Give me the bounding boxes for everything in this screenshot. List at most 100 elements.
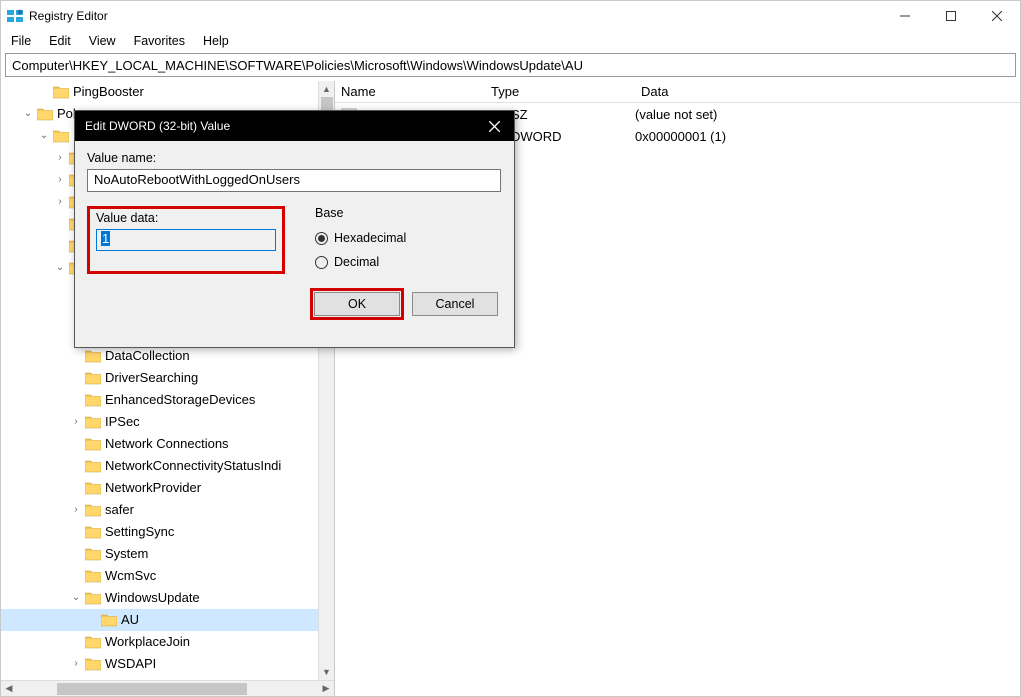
tree-item[interactable]: ·Network Connections	[1, 433, 334, 455]
chevron-right-icon[interactable]: ›	[53, 147, 67, 169]
chevron-none: ·	[69, 345, 83, 367]
horizontal-scrollbar[interactable]: ◀ ▶	[1, 680, 334, 696]
chevron-down-icon[interactable]: ⌄	[69, 587, 83, 609]
folder-icon	[85, 547, 101, 561]
folder-icon	[85, 591, 101, 605]
menu-help[interactable]: Help	[201, 33, 231, 49]
chevron-none: ·	[53, 213, 67, 235]
tree-item[interactable]: › safer	[1, 499, 334, 521]
chevron-none: ·	[69, 433, 83, 455]
tree-item-label: System	[105, 543, 148, 565]
column-type[interactable]: Type	[485, 84, 635, 99]
scroll-left-button[interactable]: ◀	[1, 681, 17, 696]
value-name-input[interactable]: NoAutoRebootWithLoggedOnUsers	[87, 169, 501, 192]
folder-icon	[85, 437, 101, 451]
chevron-down-icon[interactable]: ⌄	[37, 125, 51, 147]
tree-item-label: WindowsUpdate	[105, 587, 200, 609]
chevron-none: ·	[69, 477, 83, 499]
menu-favorites[interactable]: Favorites	[132, 33, 187, 49]
value-data-label: Value data:	[96, 211, 276, 225]
chevron-right-icon[interactable]: ›	[69, 499, 83, 521]
folder-icon	[85, 503, 101, 517]
tree-item[interactable]: · EnhancedStorageDevices	[1, 389, 334, 411]
tree-item[interactable]: · AU	[1, 609, 334, 631]
menu-edit[interactable]: Edit	[47, 33, 73, 49]
maximize-button[interactable]	[928, 1, 974, 31]
tree-item[interactable]: · SettingSync	[1, 521, 334, 543]
tree-item[interactable]: · DataCollection	[1, 345, 334, 367]
tree-item-label: WSDAPI	[105, 653, 156, 675]
base-group: Base Hexadecimal Decimal	[315, 206, 406, 274]
tree-item-label: NetworkProvider	[105, 477, 201, 499]
chevron-none: ·	[69, 521, 83, 543]
value-data-highlight: Value data: 1	[87, 206, 285, 274]
radio-decimal[interactable]: Decimal	[315, 250, 406, 274]
folder-icon	[37, 107, 53, 121]
column-name[interactable]: Name	[335, 84, 485, 99]
radio-hexadecimal[interactable]: Hexadecimal	[315, 226, 406, 250]
chevron-none: ·	[69, 389, 83, 411]
radio-icon	[315, 232, 328, 245]
tree-item[interactable]: ›IPSec	[1, 411, 334, 433]
chevron-none: ·	[85, 609, 99, 631]
tree-item-label: NetworkConnectivityStatusIndi	[105, 455, 281, 477]
tree-item-label: safer	[105, 499, 134, 521]
window-title: Registry Editor	[29, 9, 108, 23]
chevron-none: ·	[69, 543, 83, 565]
scroll-down-button[interactable]: ▼	[319, 664, 334, 680]
hscroll-thumb[interactable]	[57, 683, 247, 695]
folder-icon	[85, 635, 101, 649]
tree-item-label: WorkplaceJoin	[105, 631, 190, 653]
address-bar[interactable]: Computer\HKEY_LOCAL_MACHINE\SOFTWARE\Pol…	[5, 53, 1016, 77]
chevron-down-icon[interactable]: ⌄	[21, 103, 35, 125]
folder-icon	[85, 371, 101, 385]
ok-button[interactable]: OK	[314, 292, 400, 316]
folder-icon	[101, 613, 117, 627]
menu-view[interactable]: View	[87, 33, 118, 49]
tree-item-label: WcmSvc	[105, 565, 156, 587]
tree-item[interactable]: ·PingBooster	[1, 81, 334, 103]
tree-item[interactable]: ⌄ WindowsUpdate	[1, 587, 334, 609]
tree-item-label: AU	[121, 609, 139, 631]
edit-dword-dialog: Edit DWORD (32-bit) Value Value name: No…	[74, 110, 515, 348]
dialog-close-button[interactable]	[474, 111, 514, 141]
dialog-title: Edit DWORD (32-bit) Value	[85, 119, 230, 133]
scroll-up-button[interactable]: ▲	[319, 81, 334, 97]
value-data-input[interactable]: 1	[96, 229, 276, 251]
folder-icon	[85, 415, 101, 429]
radio-icon	[315, 256, 328, 269]
list-header[interactable]: Name Type Data	[335, 81, 1020, 103]
tree-item[interactable]: ·NetworkConnectivityStatusIndi	[1, 455, 334, 477]
value-name-label: Value name:	[87, 151, 502, 165]
minimize-button[interactable]	[882, 1, 928, 31]
chevron-none: ·	[69, 367, 83, 389]
tree-item-label: Pol	[57, 103, 76, 125]
cancel-button[interactable]: Cancel	[412, 292, 498, 316]
dialog-title-bar[interactable]: Edit DWORD (32-bit) Value	[75, 111, 514, 141]
regedit-icon	[7, 8, 23, 24]
tree-item[interactable]: ·DriverSearching	[1, 367, 334, 389]
tree-item-label: EnhancedStorageDevices	[105, 389, 255, 411]
chevron-right-icon[interactable]: ›	[69, 411, 83, 433]
tree-item-label: DataCollection	[105, 345, 190, 367]
scroll-right-button[interactable]: ▶	[318, 681, 334, 696]
chevron-right-icon[interactable]: ›	[53, 191, 67, 213]
close-button[interactable]	[974, 1, 1020, 31]
column-data[interactable]: Data	[635, 84, 1020, 99]
base-label: Base	[315, 206, 406, 220]
tree-item[interactable]: ·WcmSvc	[1, 565, 334, 587]
tree-item[interactable]: › WSDAPI	[1, 653, 334, 675]
folder-icon	[85, 481, 101, 495]
chevron-right-icon[interactable]: ›	[53, 169, 67, 191]
title-bar: Registry Editor	[1, 1, 1020, 31]
menu-file[interactable]: File	[9, 33, 33, 49]
chevron-none: ·	[53, 235, 67, 257]
folder-icon	[85, 393, 101, 407]
tree-item[interactable]: · NetworkProvider	[1, 477, 334, 499]
chevron-down-icon[interactable]: ⌄	[53, 257, 67, 279]
chevron-none: ·	[69, 631, 83, 653]
tree-item[interactable]: · WorkplaceJoin	[1, 631, 334, 653]
tree-item[interactable]: · System	[1, 543, 334, 565]
chevron-right-icon[interactable]: ›	[69, 653, 83, 675]
tree-item-label: SettingSync	[105, 521, 174, 543]
